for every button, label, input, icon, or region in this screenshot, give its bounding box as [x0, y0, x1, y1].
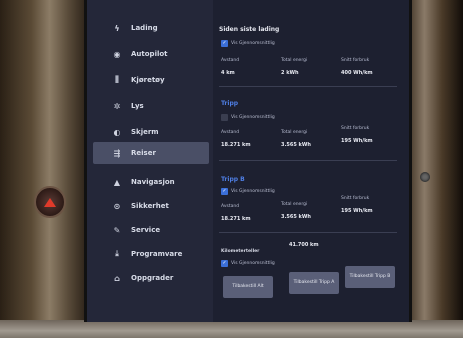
sidebar-item-navigasjon[interactable]: ▲ Navigasjon: [93, 172, 209, 192]
trip-a-title[interactable]: Tripp: [221, 100, 238, 107]
sidebar-item-kjoretoy[interactable]: ⫼ Kjøretøy: [93, 70, 209, 90]
divider: [219, 160, 397, 161]
trip-a-avg-label: Snitt forbruk: [341, 126, 370, 131]
steering-wheel-icon: ◉: [113, 49, 121, 59]
trip-a-distance-value: 18.271 km: [221, 142, 251, 148]
trip-a-energy-value: 3.565 kWh: [281, 142, 311, 148]
vehicle-icon: ⫼: [115, 75, 119, 84]
lock-icon: ⌂: [114, 273, 120, 283]
trip-b-energy-label: Total energi: [281, 202, 308, 207]
trim-screw: [420, 172, 430, 182]
shield-icon: ⊙: [113, 201, 121, 211]
lightning-icon: ϟ: [114, 23, 120, 33]
reset-trip-b-button[interactable]: Tilbakestill Tripp B: [345, 266, 395, 288]
car-interior-left: [0, 0, 90, 338]
sidebar-item-autopilot[interactable]: ◉ Autopilot: [93, 44, 209, 64]
trips-icon: ⇶: [113, 148, 121, 158]
since-charge-title: Siden siste lading: [219, 26, 280, 33]
since-charge-distance-value: 4 km: [221, 70, 235, 76]
sidebar-item-label: Lading: [131, 24, 158, 32]
trip-b-avg-label: Snitt forbruk: [341, 196, 370, 201]
trip-b-avg-value: 195 Wh/km: [341, 208, 373, 214]
hazard-button[interactable]: [34, 186, 66, 218]
trip-a-distance-label: Avstand: [221, 130, 240, 135]
divider: [219, 232, 397, 233]
sidebar-item-skjerm[interactable]: ◐ Skjerm: [93, 122, 209, 142]
car-dashboard-trim: [0, 320, 463, 338]
download-icon: ⤓: [115, 249, 119, 258]
trip-b-distance-value: 18.271 km: [221, 216, 251, 222]
sidebar-item-oppgrader[interactable]: ⌂ Oppgrader: [93, 268, 209, 288]
sidebar-item-label: Programvare: [131, 250, 183, 258]
since-charge-avg-value: 400 Wh/km: [341, 70, 373, 76]
sidebar-item-lys[interactable]: ✲ Lys: [93, 96, 209, 116]
sidebar-item-label: Autopilot: [131, 50, 168, 58]
display-icon: ◐: [113, 127, 121, 137]
sidebar-item-label: Kjøretøy: [131, 76, 165, 84]
trips-panel: Siden siste lading ✓ Vis Gjennomsnittlig…: [219, 0, 399, 322]
trip-b-energy-value: 3.565 kWh: [281, 214, 311, 220]
sidebar-item-label: Oppgrader: [131, 274, 174, 282]
sidebar-item-label: Service: [131, 226, 161, 234]
odometer-checkbox-label: Vis Gjennomsnittlig: [231, 261, 275, 266]
trip-b-checkbox[interactable]: ✓: [221, 188, 228, 195]
reset-all-button[interactable]: Tilbakestill Alt: [223, 276, 273, 298]
sidebar-item-label: Lys: [131, 102, 144, 110]
touchscreen: ϟ Lading ◉ Autopilot ⫼ Kjøretøy ✲ Lys ◐ …: [84, 0, 412, 322]
since-charge-energy-label: Total energi: [281, 58, 308, 63]
trip-b-checkbox-label: Vis Gjennomsnittlig: [231, 189, 275, 194]
since-charge-checkbox-label: Vis Gjennomsnittlig: [231, 41, 275, 46]
sidebar-item-sikkerhet[interactable]: ⊙ Sikkerhet: [93, 196, 209, 216]
trip-a-energy-label: Total energi: [281, 130, 308, 135]
wrench-icon: ✎: [113, 225, 121, 235]
divider: [219, 86, 397, 87]
settings-sidebar: ϟ Lading ◉ Autopilot ⫼ Kjøretøy ✲ Lys ◐ …: [87, 0, 213, 322]
navigation-icon: ▲: [113, 177, 121, 187]
odometer-label: Kilometerteller: [221, 249, 260, 254]
since-charge-checkbox[interactable]: ✓: [221, 40, 228, 47]
trip-b-distance-label: Avstand: [221, 204, 240, 209]
sidebar-item-label: Navigasjon: [131, 178, 175, 186]
light-icon: ✲: [113, 101, 121, 111]
since-charge-avg-label: Snitt forbruk: [341, 58, 370, 63]
sidebar-item-label: Reiser: [131, 149, 156, 157]
trip-a-checkbox[interactable]: ✓: [221, 114, 228, 121]
reset-trip-a-button[interactable]: Tilbakestill Tripp A: [289, 272, 339, 294]
odometer-checkbox[interactable]: ✓: [221, 260, 228, 267]
since-charge-distance-label: Avstand: [221, 58, 240, 63]
trip-a-checkbox-label: Vis Gjennomsnittlig: [231, 115, 275, 120]
odometer-value: 41.700 km: [289, 242, 319, 248]
trip-a-avg-value: 195 Wh/km: [341, 138, 373, 144]
sidebar-item-programvare[interactable]: ⤓ Programvare: [93, 244, 209, 264]
sidebar-item-reiser[interactable]: ⇶ Reiser: [93, 142, 209, 164]
sidebar-item-service[interactable]: ✎ Service: [93, 220, 209, 240]
trip-b-title[interactable]: Tripp B: [221, 176, 245, 183]
since-charge-energy-value: 2 kWh: [281, 70, 299, 76]
sidebar-item-lading[interactable]: ϟ Lading: [93, 18, 209, 38]
sidebar-item-label: Skjerm: [131, 128, 159, 136]
sidebar-item-label: Sikkerhet: [131, 202, 169, 210]
hazard-icon: [44, 197, 56, 207]
